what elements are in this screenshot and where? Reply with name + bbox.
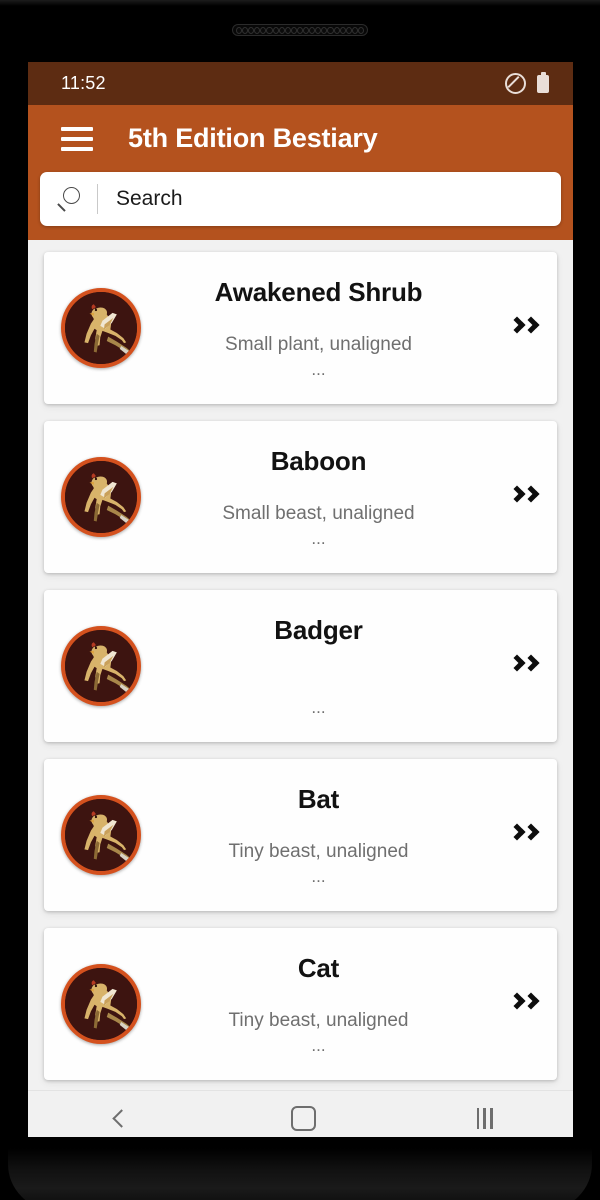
hamburger-bar [61,146,93,151]
monster-avatar [61,288,141,368]
monster-list[interactable]: Awakened Shrub Small plant, unaligned... B… [28,240,573,1090]
do-not-disturb-icon [505,73,526,94]
monster-subtitle: Tiny beast, unaligned [228,1009,409,1031]
speaker-hole [339,26,346,34]
monster-more-indicator: ... [311,359,326,379]
speaker-hole [284,26,291,34]
monster-card[interactable]: Bat Tiny beast, unaligned... [44,759,557,911]
monster-more-indicator: ... [311,697,326,717]
speaker-hole [345,26,352,34]
hamburger-menu-icon[interactable] [61,126,93,151]
speaker-hole [327,26,334,34]
speaker-hole [266,26,273,34]
search-container [28,172,573,226]
monster-name: Badger [274,615,363,646]
back-chevron-icon[interactable] [108,1108,130,1130]
speaker-hole [333,26,340,34]
cockatrice-icon [65,630,137,702]
double-chevron-right-icon[interactable] [510,485,537,509]
magnifier-icon [56,185,84,213]
chevron-right-icon [510,316,523,340]
hamburger-bar [61,126,93,131]
recents-bars-icon[interactable] [476,1108,493,1129]
chevron-right-icon [510,992,523,1016]
phone-device: 11:52 5th Edition Bestiary Search Awaken… [0,0,600,1200]
device-top-bezel [0,0,600,6]
magnifier-lens [63,187,80,204]
status-time: 11:52 [61,73,106,93]
chevron-right-icon [510,823,523,847]
monster-name: Baboon [270,446,367,477]
chevron-right-icon [524,992,537,1016]
monster-name: Awakened Shrub [214,277,423,308]
search-divider [97,184,98,214]
double-chevron-right-icon[interactable] [510,823,537,847]
earpiece-speaker [232,24,368,36]
home-square-icon[interactable] [291,1106,317,1131]
search-input[interactable] [116,187,561,211]
monster-card[interactable]: Cat Tiny beast, unaligned... [44,928,557,1080]
recents-bar [483,1108,487,1129]
chevron-right-icon [524,823,537,847]
chevron-right-icon [524,485,537,509]
monster-more-indicator: ... [311,1035,326,1055]
monster-subtitle: Small plant, unaligned [225,333,412,355]
monster-avatar [61,964,141,1044]
speaker-hole [351,26,358,34]
monster-subtitle: Small beast, unaligned [222,502,415,524]
monster-name: Bat [297,784,340,815]
app-bar-top-row: 5th Edition Bestiary [28,105,573,172]
cockatrice-icon [65,292,137,364]
monster-name: Cat [297,953,340,984]
page-title: 5th Edition Bestiary [128,123,378,153]
search-bar[interactable] [40,172,561,226]
monster-subtitle [140,672,497,694]
recents-bar [476,1108,480,1129]
app-bar: 5th Edition Bestiary [28,105,573,240]
monster-more-indicator: ... [311,866,326,886]
hamburger-bar [61,136,93,141]
chevron-right-icon [524,316,537,340]
cockatrice-icon [65,968,137,1040]
double-chevron-right-icon[interactable] [510,654,537,678]
monster-avatar [61,457,141,537]
monster-more-indicator: ... [311,528,326,548]
double-chevron-right-icon[interactable] [510,316,537,340]
phone-screen: 11:52 5th Edition Bestiary Search Awaken… [28,62,573,1137]
battery-icon [537,71,549,93]
monster-card[interactable]: Awakened Shrub Small plant, unaligned... [44,252,557,404]
monster-avatar [61,626,141,706]
status-bar: 11:52 [28,62,573,105]
monster-subtitle: Tiny beast, unaligned [228,840,409,862]
cockatrice-icon [65,799,137,871]
speaker-hole [357,26,364,34]
cockatrice-icon [65,461,137,533]
speaker-hole [278,26,285,34]
chevron-right-icon [510,485,523,509]
device-bottom-bezel [8,1148,592,1200]
status-icons [505,71,549,94]
magnifier-handle [57,203,66,212]
chevron-right-icon [510,654,523,678]
monster-card[interactable]: Baboon Small beast, unaligned... [44,421,557,573]
monster-avatar [61,795,141,875]
speaker-hole [272,26,279,34]
double-chevron-right-icon[interactable] [510,992,537,1016]
chevron-right-icon [524,654,537,678]
monster-card[interactable]: Badger... [44,590,557,742]
android-nav-bar [28,1090,573,1137]
recents-bar [490,1108,493,1129]
